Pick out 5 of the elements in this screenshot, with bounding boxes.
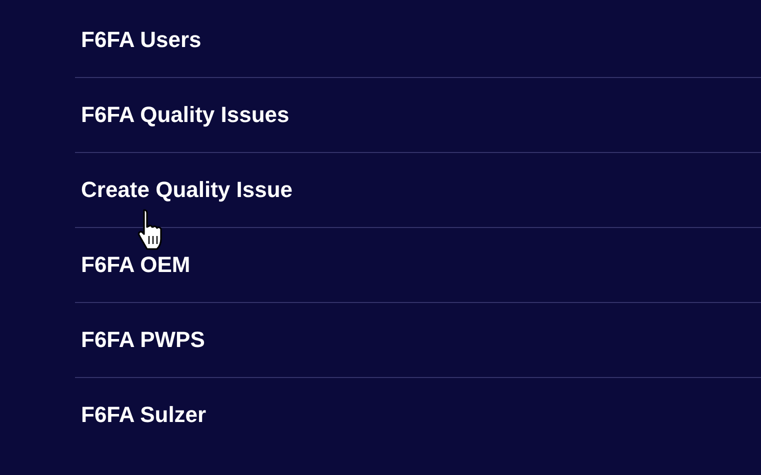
hand-cursor-icon (135, 208, 165, 252)
menu-item[interactable]: F6FA Sulzer (75, 378, 761, 452)
menu-item[interactable]: F6FA Users (75, 3, 761, 78)
menu-item[interactable]: F6FA PWPS (75, 303, 761, 378)
menu-item[interactable]: F6FA Quality Issues (75, 78, 761, 153)
